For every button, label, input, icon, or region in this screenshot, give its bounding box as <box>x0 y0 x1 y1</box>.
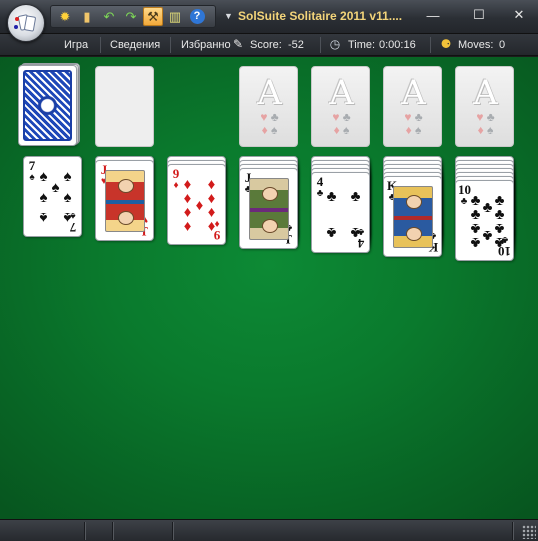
card-pip-icon: ♠ <box>63 189 72 206</box>
statistics-icon: ▥ <box>168 9 182 24</box>
menu-separator <box>170 37 171 53</box>
card-pip-icon: ♣ <box>326 224 337 241</box>
status-separator <box>84 522 86 540</box>
heart-dot-icon <box>15 17 19 21</box>
card-pip-icon: ♣ <box>350 188 361 205</box>
card-back-pattern <box>23 70 72 141</box>
foundation-suit-icons: ♥ ♣ ♦ ♠ <box>404 110 423 137</box>
menu-separator <box>320 37 321 53</box>
new-game-icon: ✹ <box>59 9 71 24</box>
club-dot-icon <box>14 25 18 29</box>
menu-favorites[interactable]: Избранно <box>181 39 231 51</box>
close-button[interactable]: ✕ <box>506 6 532 24</box>
card-pip-icon: ♣ <box>326 188 337 205</box>
card-icon: ▮ <box>83 9 91 24</box>
redo-icon: ↷ <box>125 9 137 24</box>
undo-icon: ↶ <box>103 9 115 24</box>
waste-pile[interactable] <box>95 66 154 147</box>
time-value: 0:00:16 <box>379 39 416 51</box>
card-pip-icon: ♦ <box>207 218 216 235</box>
help-icon: ? <box>189 9 205 24</box>
game-table: A ♥ ♣ ♦ ♠ A ♥ ♣ ♦ ♠ A ♥ ♣ ♦ ♠ A ♥ ♣ ♦ ♠ 7 ♠ 7 ♠ ♠ ♠ ♠ ♠ ♠ ♠ ♠ J… <box>0 57 538 519</box>
card-pip-icon: ♣ <box>494 234 505 251</box>
menu-game[interactable]: Игра <box>64 39 88 51</box>
menu-bar: Игра Сведения Избранно ✎ Score: -52 ◷ Ti… <box>0 34 538 56</box>
title-dropdown-icon[interactable]: ▼ <box>224 11 233 21</box>
menu-separator <box>430 37 431 53</box>
score-icon: ✎ <box>232 37 244 51</box>
resize-grip-icon[interactable] <box>522 525 536 539</box>
hint-button[interactable]: ⚒ <box>143 7 163 26</box>
tableau-card[interactable]: K ♣ K ♣ <box>383 176 442 257</box>
jack-hearts-portrait-icon <box>105 170 145 232</box>
tableau-card[interactable]: J ♥ J ♥ <box>95 160 154 241</box>
menu-separator <box>100 37 101 53</box>
foundation-pile[interactable]: A ♥ ♣ ♦ ♠ <box>311 66 370 147</box>
foundation-suit-icons: ♥ ♣ ♦ ♠ <box>260 110 279 137</box>
quick-access-toolbar: ✹ ▮ ↶ ↷ ⚒ ▥? <box>50 5 216 28</box>
card-pip-icon: ♠ <box>39 209 48 226</box>
king-clubs-portrait-icon <box>393 186 433 248</box>
score-label: Score: <box>250 39 282 51</box>
help-button[interactable]: ? <box>187 7 207 26</box>
statistics-button[interactable]: ▥ <box>165 7 185 26</box>
moves-icon: ⚈ <box>440 37 452 51</box>
card-rank: 4 <box>316 174 324 189</box>
foundation-pile[interactable]: A ♥ ♣ ♦ ♠ <box>455 66 514 147</box>
maximize-button[interactable]: ☐ <box>466 6 492 24</box>
undo-button[interactable]: ↶ <box>99 7 119 26</box>
jack-clubs-portrait-icon <box>249 178 289 240</box>
foundation-ace-placeholder: A <box>401 73 426 113</box>
card-button[interactable]: ▮ <box>77 7 97 26</box>
card-rank: 7 <box>28 158 36 173</box>
card-pip-icon: ♦ <box>183 218 192 235</box>
menu-info[interactable]: Сведения <box>110 39 160 51</box>
foundation-pile[interactable]: A ♥ ♣ ♦ ♠ <box>239 66 298 147</box>
card-pip-icon: ♠ <box>39 189 48 206</box>
hint-icon: ⚒ <box>147 9 159 24</box>
window-title: SolSuite Solitaire 2011 v11.... <box>238 9 403 23</box>
score-value: -52 <box>288 39 304 51</box>
card-pip-icon: ♣ <box>470 234 481 251</box>
status-separator <box>172 522 174 540</box>
clock-icon: ◷ <box>329 37 341 51</box>
new-game-button[interactable]: ✹ <box>55 7 75 26</box>
tableau-card[interactable]: J ♣ J ♣ <box>239 168 298 249</box>
foundation-suit-icons: ♥ ♣ ♦ ♠ <box>332 110 351 137</box>
foundation-suit-icons: ♥ ♣ ♦ ♠ <box>476 110 495 137</box>
tableau-card[interactable]: 7 ♠ 7 ♠ ♠ ♠ ♠ ♠ ♠ ♠ ♠ <box>23 156 82 237</box>
moves-label: Moves: <box>458 39 494 51</box>
status-separator <box>112 522 114 540</box>
status-separator <box>512 522 514 540</box>
foundation-ace-placeholder: A <box>329 73 354 113</box>
app-logo-card-icon <box>23 15 37 32</box>
stock-pile[interactable] <box>18 65 77 146</box>
title-bar: ✹ ▮ ↶ ↷ ⚒ ▥? ▼ SolSuite Solitaire 2011 v11...… <box>0 0 538 42</box>
redo-button[interactable]: ↷ <box>121 7 141 26</box>
card-rank: 9 <box>172 166 180 181</box>
time-label: Time: <box>348 39 376 51</box>
app-menu-button[interactable] <box>7 4 45 42</box>
card-pip-icon: ♠ <box>63 209 72 226</box>
tableau-card[interactable]: 10 ♣ 10 ♣ ♣ ♣ ♣ ♣ ♣ ♣ ♣ ♣ ♣ ♣ <box>455 180 514 261</box>
minimize-button[interactable]: — <box>420 6 446 24</box>
tableau-card[interactable]: 4 ♣ 4 ♣ ♣ ♣ ♣ ♣ <box>311 172 370 253</box>
moves-value: 0 <box>499 39 506 51</box>
tableau-card[interactable]: 9 ♦ 9 ♦ ♦ ♦ ♦ ♦ ♦ ♦ ♦ ♦ ♦ <box>167 164 226 245</box>
status-bar <box>0 519 538 541</box>
card-pip-icon: ♣ <box>350 224 361 241</box>
foundation-pile[interactable]: A ♥ ♣ ♦ ♠ <box>383 66 442 147</box>
foundation-ace-placeholder: A <box>257 73 282 113</box>
foundation-ace-placeholder: A <box>473 73 498 113</box>
